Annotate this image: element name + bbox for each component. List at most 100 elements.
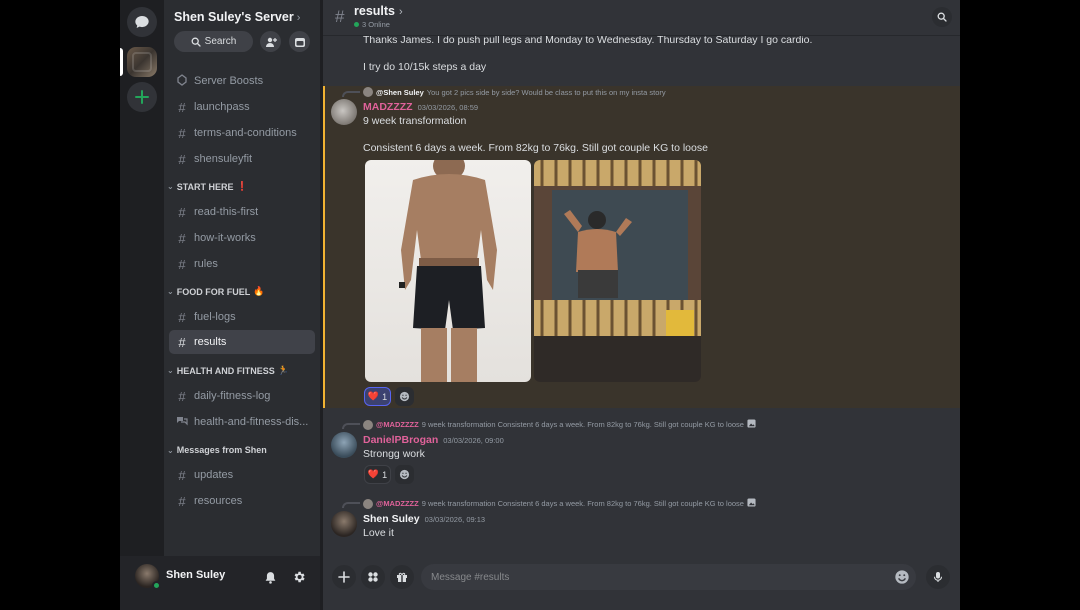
channel-label: fuel-logs xyxy=(194,311,236,323)
add-reaction-button[interactable] xyxy=(395,387,414,406)
message-composer: Message #results xyxy=(323,556,960,610)
chevron-right-icon: › xyxy=(399,6,403,18)
hash-icon: # xyxy=(178,151,186,167)
emoji-picker-icon[interactable] xyxy=(894,569,910,585)
server-icon-shen-suley[interactable] xyxy=(127,47,157,77)
chevron-down-icon: ⌄ xyxy=(167,366,174,375)
microphone-icon xyxy=(933,572,943,582)
category-label: FOOD FOR FUEL xyxy=(176,286,251,297)
physique-photo-icon xyxy=(534,160,701,382)
message-input[interactable]: Message #results xyxy=(421,564,916,590)
reply-author: @MADZZZZ xyxy=(376,499,419,508)
hash-icon: # xyxy=(178,125,186,141)
avatar xyxy=(363,498,373,509)
add-attachment-button[interactable] xyxy=(332,565,356,589)
reply-author: @MADZZZZ xyxy=(376,420,419,429)
avatar[interactable] xyxy=(331,99,357,125)
channel-shensuleyfit[interactable]: # shensuleyfit xyxy=(169,147,315,171)
channel-read-this-first[interactable]: # read-this-first xyxy=(169,200,315,224)
apps-button[interactable] xyxy=(361,565,385,589)
message-author[interactable]: DanielPBrogan 03/03/2026, 09:00 xyxy=(363,434,504,446)
channel-search-button[interactable] xyxy=(932,7,952,27)
category-label: Messages from Shen xyxy=(176,445,267,455)
message-author[interactable]: MADZZZZ 03/03/2026, 08:59 xyxy=(363,101,478,113)
category-food-for-fuel[interactable]: ⌄ FOOD FOR FUEL 🔥 xyxy=(167,286,264,297)
channel-rules[interactable]: # rules xyxy=(169,252,315,276)
channel-label: terms-and-conditions xyxy=(194,127,297,139)
message-text: Strongg work xyxy=(363,448,425,460)
channel-daily-fitness-log[interactable]: # daily-fitness-log xyxy=(169,384,315,408)
channel-label: rules xyxy=(194,258,218,270)
chevron-down-icon: ⌄ xyxy=(167,445,174,455)
channel-results[interactable]: # results xyxy=(169,330,315,354)
plus-icon xyxy=(338,571,350,583)
invite-members-button[interactable] xyxy=(260,31,281,52)
search-icon xyxy=(937,12,947,22)
channel-title[interactable]: results › xyxy=(354,4,403,18)
heart-emoji: ❤️ xyxy=(367,391,380,401)
search-button[interactable]: Search xyxy=(174,31,253,52)
channel-how-it-works[interactable]: # how-it-works xyxy=(169,226,315,250)
reply-preview[interactable]: @Shen Suley You got 2 pics side by side?… xyxy=(363,87,666,97)
add-server-button[interactable] xyxy=(127,82,157,112)
channel-fuel-logs[interactable]: # fuel-logs xyxy=(169,305,315,329)
search-icon xyxy=(191,37,201,47)
channel-server-boosts[interactable]: Server Boosts xyxy=(169,69,315,93)
message-author[interactable]: Shen Suley 03/03/2026, 09:13 xyxy=(363,513,485,525)
channel-label: results xyxy=(194,336,227,348)
author-name: MADZZZZ xyxy=(363,101,413,113)
add-reaction-button[interactable] xyxy=(395,465,414,484)
channel-label: Server Boosts xyxy=(194,75,264,87)
reply-preview[interactable]: @MADZZZZ 9 week transformation Consisten… xyxy=(363,498,756,509)
image-attachment-icon xyxy=(747,419,756,430)
channel-resources[interactable]: # resources xyxy=(169,489,315,513)
category-health-and-fitness[interactable]: ⌄ HEALTH AND FITNESS 🏃 xyxy=(167,365,289,376)
reply-text: 9 week transformation Consistent 6 days … xyxy=(421,420,744,429)
voice-message-button[interactable] xyxy=(926,565,950,589)
message-text: Love it xyxy=(363,527,394,539)
channel-label: how-it-works xyxy=(194,232,256,244)
avatar[interactable] xyxy=(331,511,357,537)
reply-text: You got 2 pics side by side? Would be cl… xyxy=(426,87,666,97)
transformation-photo-after[interactable] xyxy=(534,160,701,382)
reaction-count: 1 xyxy=(382,391,388,402)
reply-preview[interactable]: @MADZZZZ 9 week transformation Consisten… xyxy=(363,419,756,430)
calendar-icon xyxy=(294,37,305,47)
category-messages-from-shen[interactable]: ⌄ Messages from Shen xyxy=(167,445,267,455)
gift-icon xyxy=(397,572,407,582)
channel-label: launchpass xyxy=(194,101,250,113)
user-name[interactable]: Shen Suley xyxy=(166,569,225,581)
direct-messages-button[interactable] xyxy=(127,7,157,37)
boost-icon xyxy=(175,73,189,89)
settings-button[interactable] xyxy=(290,568,308,586)
category-start-here[interactable]: ⌄ START HERE ❗ xyxy=(167,181,248,192)
channel-launchpass[interactable]: # launchpass xyxy=(169,95,315,119)
discord-window: Shen Suley's Server › Search Server Boost… xyxy=(120,0,960,610)
online-dot xyxy=(354,22,359,27)
gift-button[interactable] xyxy=(390,565,414,589)
heart-reaction[interactable]: ❤️ 1 xyxy=(364,387,391,406)
author-name: DanielPBrogan xyxy=(363,434,439,446)
hash-icon: # xyxy=(178,493,186,509)
online-label: 3 Online xyxy=(362,20,390,29)
avatar[interactable] xyxy=(331,432,357,458)
reaction-count: 1 xyxy=(382,469,388,480)
hash-icon: # xyxy=(178,467,186,483)
category-label: HEALTH AND FITNESS xyxy=(176,365,275,376)
avatar xyxy=(363,87,373,97)
add-user-icon xyxy=(265,37,277,47)
channel-health-and-fitness-discussion[interactable]: health-and-fitness-dis... xyxy=(169,410,315,434)
server-rail xyxy=(120,0,164,610)
events-button[interactable] xyxy=(289,31,310,52)
image-attachment-icon xyxy=(747,498,756,509)
heart-reaction[interactable]: ❤️ 1 xyxy=(364,465,391,484)
notifications-button[interactable] xyxy=(261,568,279,586)
channel-terms-and-conditions[interactable]: # terms-and-conditions xyxy=(169,121,315,145)
transformation-photo-before[interactable] xyxy=(365,160,531,382)
channel-label: updates xyxy=(194,469,234,481)
server-name: Shen Suley's Server xyxy=(174,10,294,24)
channel-updates[interactable]: # updates xyxy=(169,463,315,487)
plus-icon xyxy=(135,90,149,104)
server-name-header[interactable]: Shen Suley's Server › xyxy=(174,10,300,24)
chevron-down-icon: ⌄ xyxy=(167,182,174,191)
